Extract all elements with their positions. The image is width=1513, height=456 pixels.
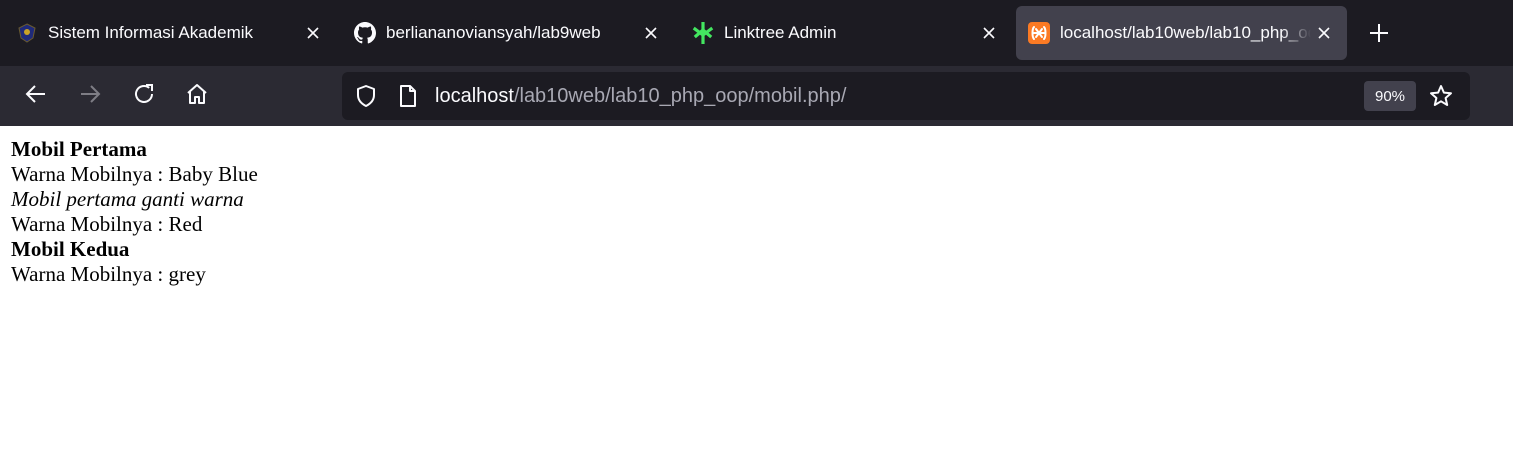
url-text[interactable]: localhost/lab10web/lab10_php_oop/mobil.p…	[435, 85, 846, 108]
star-icon[interactable]	[1428, 83, 1454, 109]
car-color-text: Warna Mobilnya : grey	[11, 262, 206, 286]
reload-icon	[132, 82, 156, 111]
heading-mobil-kedua: Mobil Kedua	[11, 237, 130, 261]
university-crest-icon	[16, 22, 38, 44]
arrow-right-icon	[78, 82, 102, 111]
navigation-toolbar: localhost/lab10web/lab10_php_oop/mobil.p…	[0, 66, 1513, 126]
linktree-icon	[692, 22, 714, 44]
tab-strip: Sistem Informasi Akademik berliananovian…	[0, 0, 1513, 66]
close-tab-icon[interactable]	[1311, 20, 1337, 46]
forward-button[interactable]	[72, 78, 108, 114]
new-tab-button[interactable]	[1362, 18, 1396, 52]
car-color-text: Warna Mobilnya : Red	[11, 212, 203, 236]
tab-title: localhost/lab10web/lab10_php_oop/mobil.p…	[1060, 23, 1311, 42]
plus-icon	[1369, 23, 1389, 48]
tab-title: Sistem Informasi Akademik	[48, 23, 254, 42]
close-tab-icon[interactable]	[300, 20, 326, 46]
xampp-icon	[1028, 22, 1050, 44]
shield-icon[interactable]	[354, 84, 378, 108]
close-tab-icon[interactable]	[638, 20, 664, 46]
car-color-text: Warna Mobilnya : Baby Blue	[11, 162, 258, 186]
github-icon	[354, 22, 376, 44]
tab-github-lab9web[interactable]: berliananoviansyah/lab9web	[338, 6, 674, 60]
back-button[interactable]	[18, 78, 54, 114]
url-path: /lab10web/lab10_php_oop/mobil.php/	[513, 85, 847, 107]
home-icon	[185, 82, 209, 111]
tab-sistem-informasi-akademik[interactable]: Sistem Informasi Akademik	[0, 6, 336, 60]
page-content: Mobil Pertama Warna Mobilnya : Baby Blue…	[11, 137, 258, 287]
tab-title: berliananoviansyah/lab9web	[386, 23, 601, 42]
tab-linktree-admin[interactable]: Linktree Admin	[676, 6, 1012, 60]
page-icon[interactable]	[396, 84, 420, 108]
tab-title: Linktree Admin	[724, 23, 837, 42]
url-host: localhost	[435, 85, 514, 107]
zoom-level-button[interactable]: 90%	[1364, 81, 1416, 111]
heading-mobil-pertama: Mobil Pertama	[11, 137, 147, 161]
address-bar[interactable]: localhost/lab10web/lab10_php_oop/mobil.p…	[342, 72, 1470, 120]
arrow-left-icon	[24, 82, 48, 111]
close-tab-icon[interactable]	[976, 20, 1002, 46]
reload-button[interactable]	[126, 78, 162, 114]
tab-localhost-mobil[interactable]: localhost/lab10web/lab10_php_oop/mobil.p…	[1016, 6, 1347, 60]
color-change-note: Mobil pertama ganti warna	[11, 187, 244, 211]
home-button[interactable]	[179, 78, 215, 114]
